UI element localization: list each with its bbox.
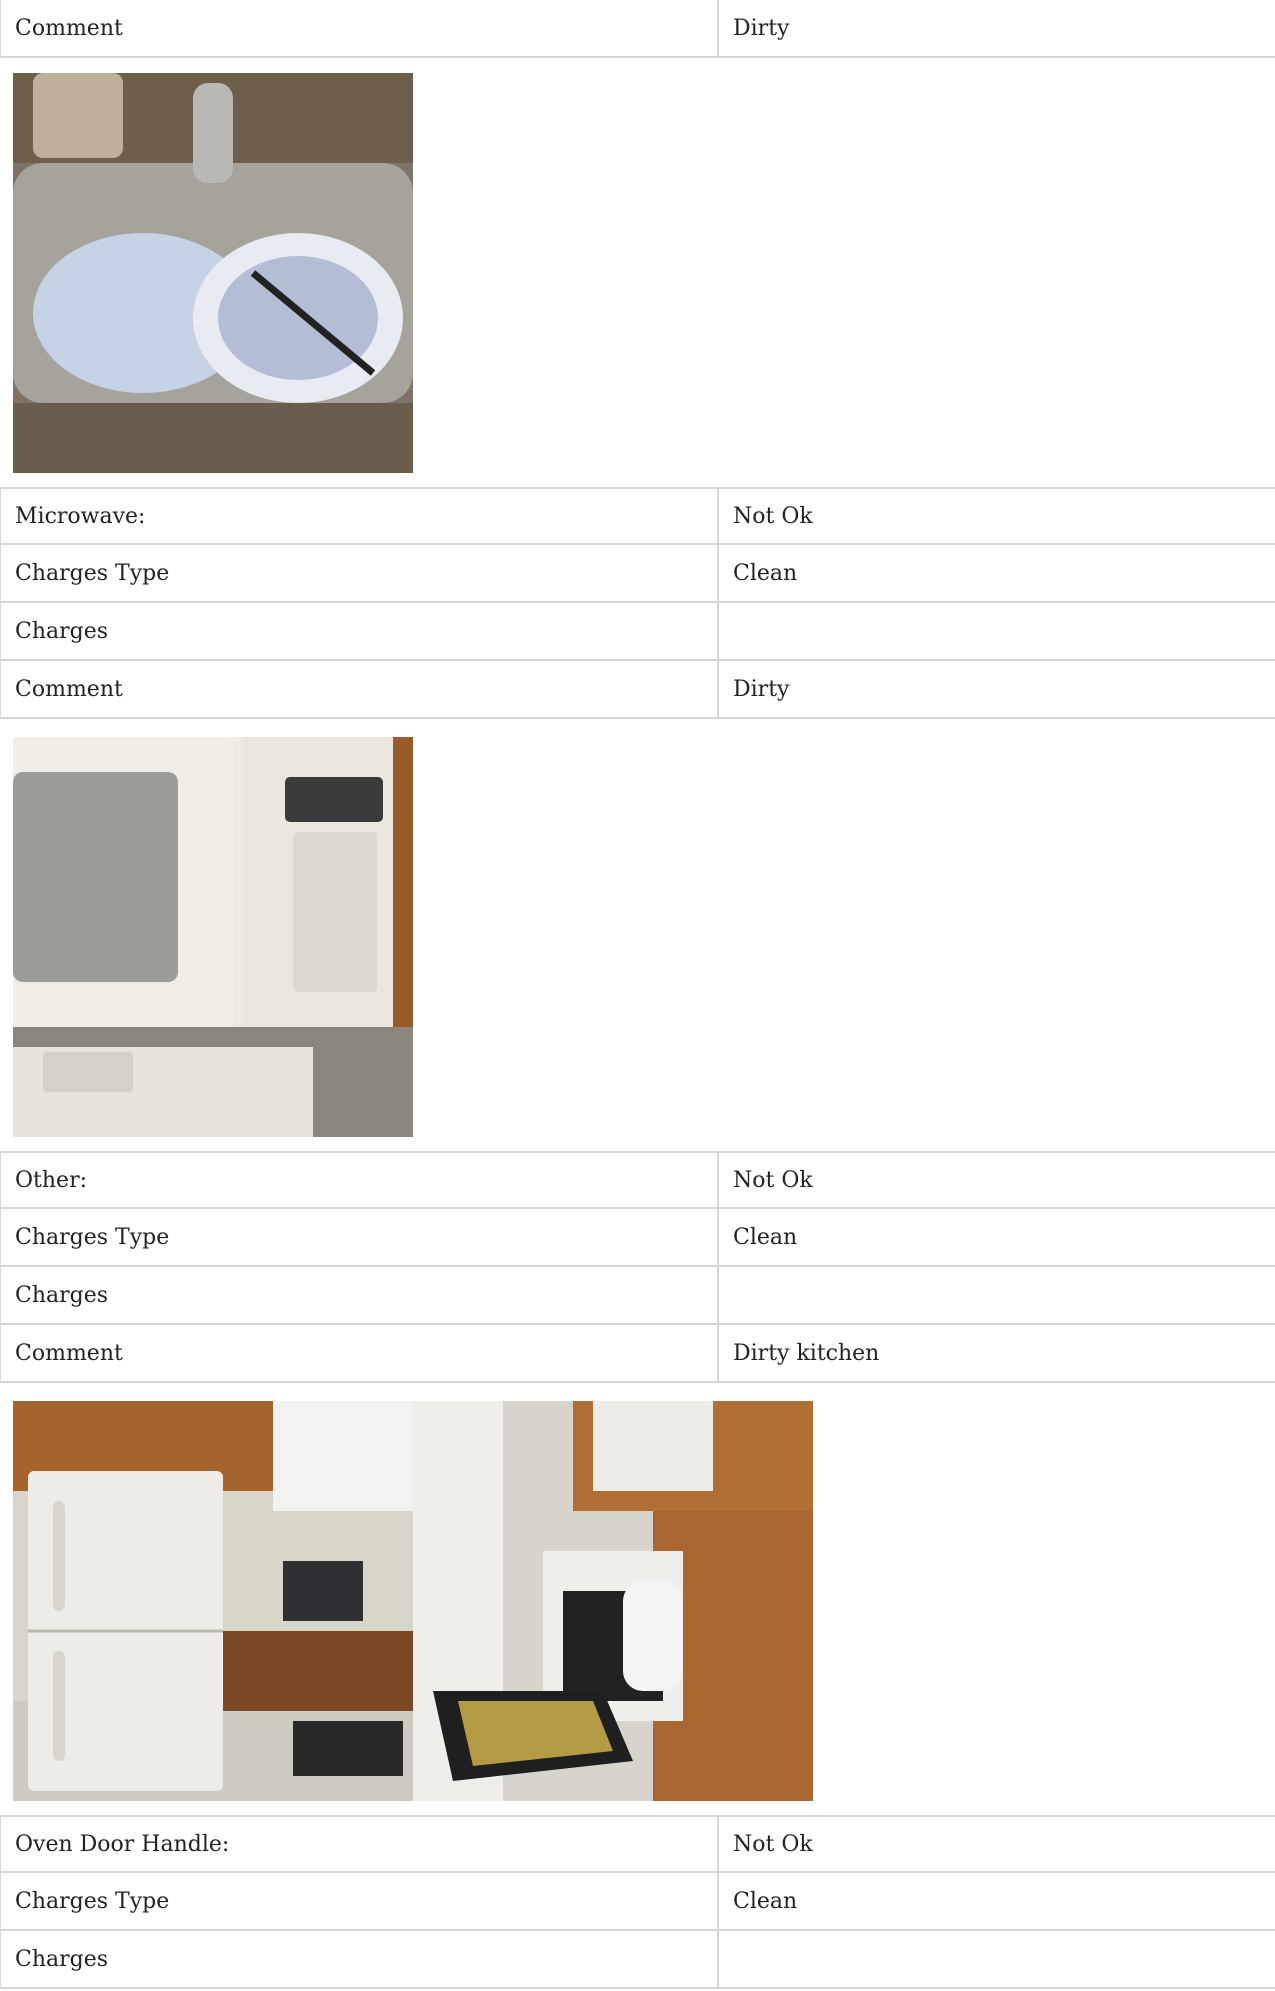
table-row: Other: Not Ok	[1, 1151, 1275, 1209]
row-value: Dirty	[733, 15, 790, 41]
table-row: Charges Type Clean	[1, 1873, 1275, 1931]
table-row: Comment Dirty kitchen	[1, 1325, 1275, 1383]
row-value: Clean	[733, 1888, 798, 1914]
table-row: Comment Dirty	[1, 661, 1275, 719]
microwave-photo	[13, 737, 413, 1137]
row-value: Clean	[733, 1224, 798, 1250]
photo-group-kitchen	[13, 1401, 813, 1801]
inspection-table-other: Other: Not Ok Charges Type Clean Charges…	[0, 1151, 1275, 1383]
sink-photo	[13, 73, 413, 473]
table-row: Microwave: Not Ok	[1, 487, 1275, 545]
row-value: Clean	[733, 560, 798, 586]
row-value	[719, 1931, 1275, 1987]
photo-group-sink	[13, 73, 413, 473]
row-value	[719, 1267, 1275, 1323]
row-label: Charges	[1, 1267, 719, 1323]
table-row: Oven Door Handle: Not Ok	[1, 1815, 1275, 1873]
row-label: Comment	[1, 1325, 719, 1381]
row-label: Charges	[1, 1931, 719, 1987]
table-row: Charges	[1, 1931, 1275, 1989]
table-row: Charges	[1, 1267, 1275, 1325]
photo-group-microwave	[13, 737, 413, 1137]
table-row: Charges	[1, 603, 1275, 661]
inspection-table-sink: Comment Dirty	[0, 0, 1275, 58]
row-label: Charges Type	[1, 1209, 719, 1265]
row-value: Not Ok	[733, 503, 813, 529]
row-label: Comment	[1, 0, 719, 56]
row-value: Dirty kitchen	[733, 1340, 880, 1366]
inspection-table-microwave: Microwave: Not Ok Charges Type Clean Cha…	[0, 487, 1275, 719]
row-label: Oven Door Handle:	[1, 1817, 719, 1871]
row-label: Other:	[1, 1153, 719, 1207]
row-value: Not Ok	[733, 1167, 813, 1193]
row-label: Microwave:	[1, 489, 719, 543]
kitchen-oven-photo	[413, 1401, 813, 1801]
row-label: Charges Type	[1, 1873, 719, 1929]
kitchen-fridge-photo	[13, 1401, 413, 1801]
inspection-table-oven-door-handle: Oven Door Handle: Not Ok Charges Type Cl…	[0, 1815, 1275, 1989]
table-row: Charges Type Clean	[1, 545, 1275, 603]
table-row: Charges Type Clean	[1, 1209, 1275, 1267]
row-label: Charges Type	[1, 545, 719, 601]
row-value	[719, 603, 1275, 659]
row-label: Charges	[1, 603, 719, 659]
row-value: Not Ok	[733, 1831, 813, 1857]
row-label: Comment	[1, 661, 719, 717]
row-value: Dirty	[733, 676, 790, 702]
table-row: Comment Dirty	[1, 0, 1275, 58]
